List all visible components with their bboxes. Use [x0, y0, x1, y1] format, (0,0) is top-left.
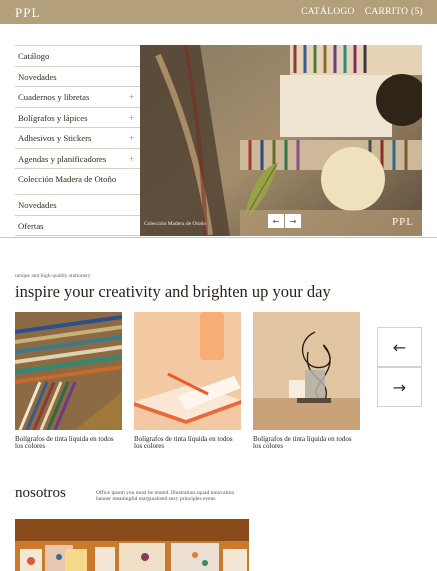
hero-caption: Colección Madera de Otoño — [144, 221, 207, 227]
product-caption[interactable]: Bolígrafos de tinta líquida en todos los… — [15, 436, 122, 450]
menu-item-label: Colección Madera de Otoño — [18, 174, 117, 184]
hero-brand-logo: PPL — [392, 216, 414, 228]
product-card[interactable]: Bolígrafos de tinta líquida en todos los… — [134, 312, 241, 450]
product-caption[interactable]: Bolígrafos de tinta líquida en todos los… — [253, 436, 360, 450]
menu-item-label: Adhesivos y Stickers — [18, 133, 92, 143]
menu-item-agendas[interactable]: Agendas y planificadores + — [15, 149, 140, 169]
expand-icon[interactable]: + — [129, 154, 134, 164]
menu-item-ofertas[interactable]: Ofertas — [15, 216, 140, 236]
menu-item-novedades[interactable]: Novedades — [15, 67, 140, 87]
menu-item-label: Novedades — [18, 71, 57, 82]
menu-item-label: Novedades — [18, 200, 57, 210]
menu-item-label: Cuadernos y libretas — [18, 92, 90, 102]
product-image[interactable] — [15, 312, 122, 430]
hero-carousel-controls: ← → — [268, 214, 301, 228]
expand-icon[interactable]: + — [129, 113, 134, 123]
expand-icon[interactable]: + — [129, 92, 134, 102]
menu-item-label: Catálogo — [18, 51, 50, 61]
menu-item-catalog[interactable]: Catálogo — [15, 46, 140, 67]
menu-item-label: Agendas y planificadores — [18, 153, 107, 164]
carousel-next-button[interactable]: → — [377, 367, 422, 407]
section-divider — [0, 237, 437, 238]
about-title: nosotros — [15, 485, 66, 501]
carousel-prev-button[interactable]: ← — [377, 327, 422, 367]
hero-prev-button[interactable]: ← — [268, 214, 284, 228]
brand-logo[interactable]: PPL — [15, 5, 40, 21]
product-caption[interactable]: Bolígrafos de tinta líquida en todos los… — [134, 436, 241, 450]
menu-item-coleccion[interactable]: Colección Madera de Otoño — [15, 169, 140, 195]
category-menu: Catálogo Novedades Cuadernos y libretas +… — [15, 45, 140, 236]
about-text: Office ipsum you must be muted. Illustra… — [96, 490, 235, 502]
product-card[interactable]: Bolígrafos de tinta líquida en todos los… — [253, 312, 360, 450]
menu-item-boligrafos[interactable]: Bolígrafos y lápices + — [15, 108, 140, 128]
expand-icon[interactable]: + — [129, 133, 134, 143]
header-bar: PPL CATÁLOGO CARRITO (5) — [0, 0, 437, 24]
top-nav: CATÁLOGO CARRITO (5) — [301, 7, 423, 17]
menu-item-adhesivos[interactable]: Adhesivos y Stickers + — [15, 128, 140, 149]
section-heading: inspire your creativity and brighten up … — [15, 282, 331, 301]
product-image[interactable] — [253, 312, 360, 430]
hero-image — [140, 45, 422, 236]
nav-catalog-link[interactable]: CATÁLOGO — [301, 7, 355, 17]
product-card[interactable]: Bolígrafos de tinta líquida en todos los… — [15, 312, 122, 450]
menu-item-cuadernos[interactable]: Cuadernos y libretas + — [15, 87, 140, 108]
nav-cart-link[interactable]: CARRITO (5) — [365, 7, 423, 17]
menu-item-label: Bolígrafos y lápices — [18, 112, 88, 123]
menu-item-label: Ofertas — [18, 220, 44, 231]
menu-item-novedades-2[interactable]: Novedades — [15, 195, 140, 216]
section-kicker: unique and high-quality stationery — [15, 273, 91, 279]
product-image[interactable] — [134, 312, 241, 430]
hero-banner: Colección Madera de Otoño ← → PPL — [140, 45, 422, 236]
about-image — [15, 519, 249, 571]
hero-next-button[interactable]: → — [285, 214, 301, 228]
